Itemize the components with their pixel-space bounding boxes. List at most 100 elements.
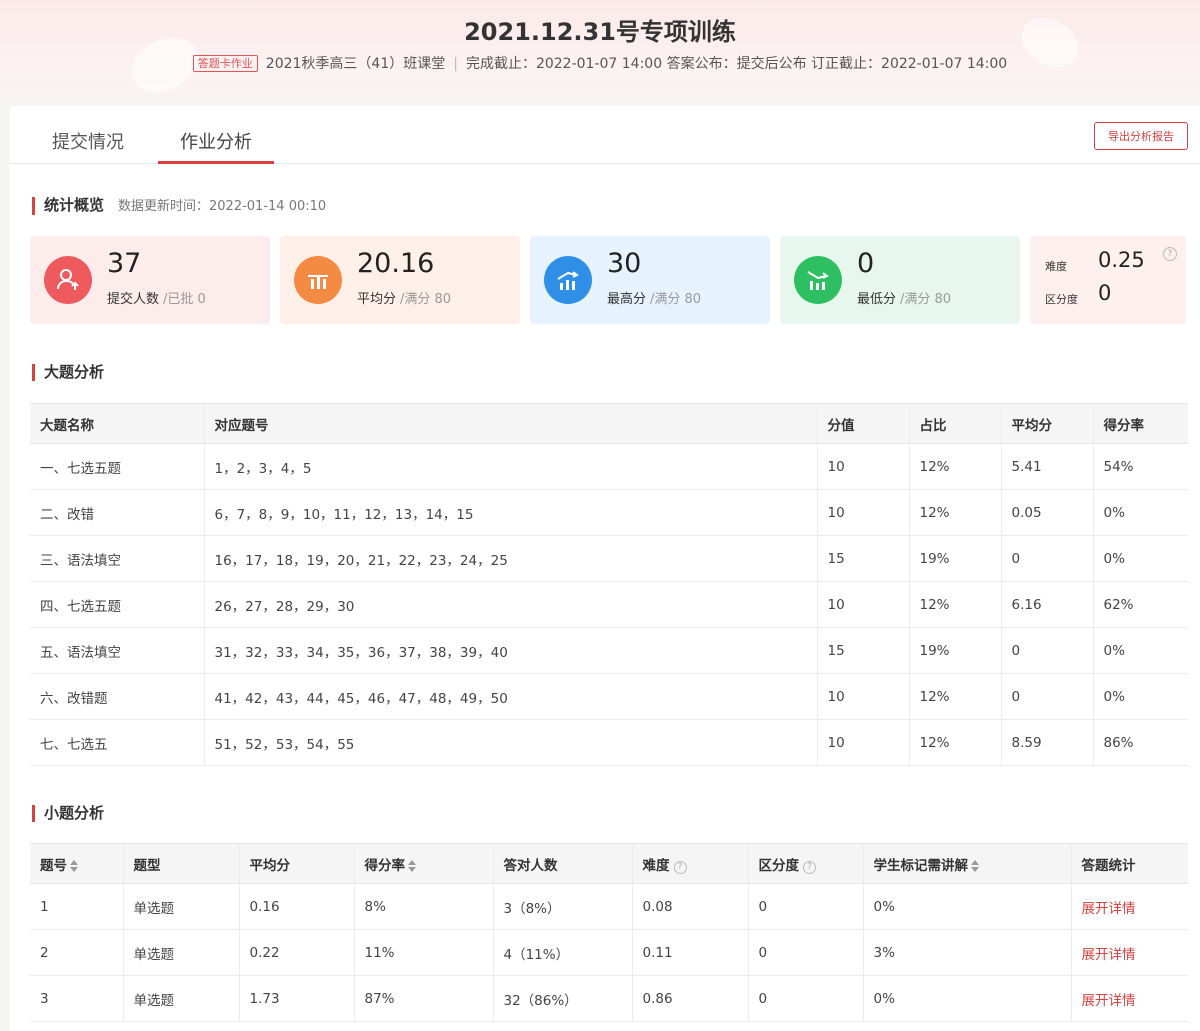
stat-card-submitted: 37 提交人数/已批 0: [30, 236, 270, 324]
table-row: 3 单选题 1.73 87% 32（86%） 0.86 0 0% 展开详情: [30, 975, 1188, 1022]
table-cell: 0: [1000, 673, 1093, 720]
table-cell: 15: [816, 627, 909, 674]
table-cell: 10: [816, 489, 909, 536]
stat-label: 提交人数/已批 0: [107, 292, 206, 307]
sort-icon[interactable]: [408, 859, 417, 872]
sort-by-number-header[interactable]: 题号: [30, 843, 123, 884]
table-cell: 0%: [1092, 627, 1188, 674]
table-cell: 单选题: [122, 929, 239, 976]
sort-by-score-rate-header[interactable]: 得分率: [353, 843, 493, 884]
help-icon[interactable]: ?: [1163, 247, 1177, 261]
stat-value: 20.16: [357, 248, 435, 279]
table-cell: 26，27，28，29，30: [203, 581, 817, 628]
table-cell: 62%: [1092, 581, 1188, 628]
table-row: 五、语法填空 31，32，33，34，35，36，37，38，39，40 15 19%…: [30, 627, 1188, 674]
table-row: 1 单选题 0.16 8% 3（8%） 0.08 0 0% 展开详情: [30, 883, 1188, 930]
class-name: 2021秋季高三（41）班课堂: [265, 56, 446, 72]
table-cell: 1，2，3，4，5: [203, 443, 817, 490]
table-cell: 0%: [862, 975, 1071, 1022]
tab-bar: 提交情况 作业分析 导出分析报告: [10, 106, 1200, 164]
column-header: 答对人数: [492, 843, 632, 884]
table-cell: 单选题: [122, 883, 239, 930]
table-cell: 一、七选五题: [30, 443, 204, 490]
stat-value: 30: [607, 248, 642, 279]
table-cell: 8%: [353, 883, 493, 930]
table-cell: 19%: [908, 535, 1001, 582]
table-cell: 12%: [908, 673, 1001, 720]
stat-card-lowest: 0 最低分/满分 80: [780, 236, 1020, 324]
page-header: 2021.12.31号专项训练 答题卡作业 2021秋季高三（41）班课堂 | 完成截…: [0, 0, 1200, 106]
table-cell: 0%: [1092, 673, 1188, 720]
table-cell: 0: [747, 975, 863, 1022]
discrimination-label: 区分度: [1045, 293, 1078, 306]
table-cell: 31，32，33，34，35，36，37，38，39，40: [203, 627, 817, 674]
difficulty-header: 难度?: [631, 843, 748, 884]
difficulty-label: 难度: [1045, 260, 1067, 273]
table-cell: 二、改错: [30, 489, 204, 536]
assignment-type-badge: 答题卡作业: [192, 55, 258, 72]
stat-value: 0: [857, 248, 875, 279]
meta-separator: |: [453, 56, 458, 72]
sort-by-marked-header[interactable]: 学生标记需讲解: [862, 843, 1071, 884]
table-row: 七、七选五 51，52，53，54，55 10 12% 8.59 86%: [30, 719, 1188, 766]
table-cell: 16，17，18，19，20，21，22，23，24，25: [203, 535, 817, 582]
column-header: 分值: [816, 403, 909, 444]
table-cell: 0%: [1092, 535, 1188, 582]
table-cell: 0: [747, 883, 863, 930]
active-tab-indicator: [158, 161, 274, 164]
table-cell: 2: [30, 929, 123, 976]
table-row: 一、七选五题 1，2，3，4，5 10 12% 5.41 54%: [30, 443, 1188, 490]
table-row: 三、语法填空 16，17，18，19，20，21，22，23，24，25 15 19%…: [30, 535, 1188, 582]
table-cell: 15: [816, 535, 909, 582]
table-cell: 1.73: [238, 975, 354, 1022]
table-cell: 0: [747, 929, 863, 976]
deadline: 完成截止：2022-01-07 14:00: [465, 56, 663, 72]
column-header: 得分率: [1092, 403, 1188, 444]
table-cell: 0%: [862, 883, 1071, 930]
help-icon[interactable]: ?: [673, 860, 687, 874]
sort-icon[interactable]: [971, 859, 980, 872]
table-cell: 六、改错题: [30, 673, 204, 720]
trend-up-icon: [544, 256, 592, 304]
table-cell: 87%: [353, 975, 493, 1022]
tab-submission[interactable]: 提交情况: [52, 128, 124, 164]
expand-details-link[interactable]: 展开详情: [1070, 929, 1188, 976]
table-cell: 12%: [908, 489, 1001, 536]
column-header: 平均分: [1000, 403, 1093, 444]
table-cell: 0.08: [631, 883, 748, 930]
sort-icon[interactable]: [70, 859, 79, 872]
table-cell: 12%: [908, 719, 1001, 766]
column-header: 占比: [908, 403, 1001, 444]
table-cell: 6.16: [1000, 581, 1093, 628]
user-upload-icon: [44, 256, 92, 304]
table-cell: 5.41: [1000, 443, 1093, 490]
column-header: 题型: [122, 843, 239, 884]
table-cell: 8.59: [1000, 719, 1093, 766]
table-cell: 4（11%）: [492, 929, 632, 976]
help-icon[interactable]: ?: [803, 860, 816, 874]
table-cell: 11%: [353, 929, 493, 976]
minor-section-title: 小题分析: [32, 805, 104, 822]
column-header: 大题名称: [30, 403, 204, 444]
table-cell: 0%: [1092, 489, 1188, 536]
export-report-button[interactable]: 导出分析报告: [1094, 122, 1188, 150]
assignment-meta: 答题卡作业 2021秋季高三（41）班课堂 | 完成截止：2022-01-07 14:…: [0, 53, 1200, 73]
table-cell: 54%: [1092, 443, 1188, 490]
table-cell: 0.86: [631, 975, 748, 1022]
expand-details-link[interactable]: 展开详情: [1070, 975, 1188, 1022]
overview-section-title: 统计概览 数据更新时间：2022-01-14 00:10: [32, 197, 326, 215]
stat-label: 最高分/满分 80: [607, 292, 702, 307]
tab-analysis[interactable]: 作业分析: [180, 128, 252, 164]
expand-details-link[interactable]: 展开详情: [1070, 883, 1188, 930]
bar-chart-icon: [294, 256, 342, 304]
stat-label: 最低分/满分 80: [857, 292, 952, 307]
table-cell: 0: [1000, 627, 1093, 674]
table-cell: 五、语法填空: [30, 627, 204, 674]
table-row: 六、改错题 41，42，43，44，45，46，47，48，49，50 10 12% 0…: [30, 673, 1188, 720]
stat-card-difficulty: 难度 0.25 区分度 0 ?: [1030, 236, 1186, 324]
stat-value: 37: [107, 248, 142, 279]
update-time: 数据更新时间：2022-01-14 00:10: [118, 199, 327, 214]
minor-analysis-table: 题号 题型 平均分 得分率 答对人数 难度? 区分度? 学生标记需讲解 答题统计…: [30, 843, 1188, 1022]
stat-label: 平均分/满分 80: [357, 292, 452, 307]
discrimination-value: 0: [1098, 281, 1112, 305]
